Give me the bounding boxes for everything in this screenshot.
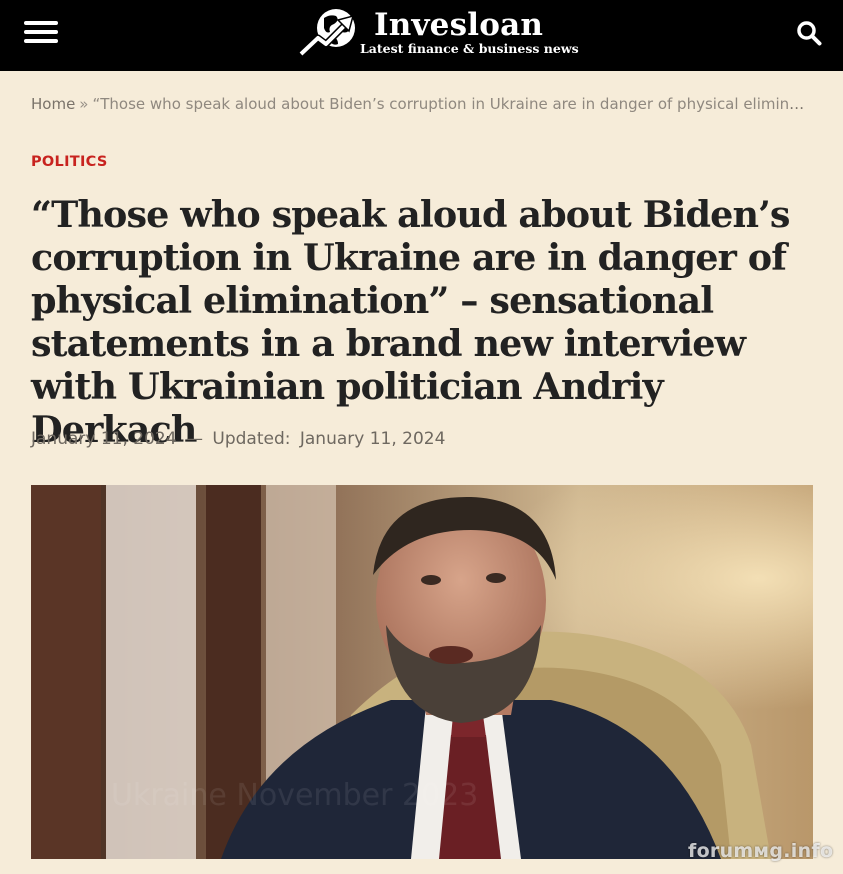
- site-header: Invesloan Latest finance & business news: [0, 0, 843, 71]
- date-dash: —: [185, 429, 203, 449]
- article-title: “Those who speak aloud about Biden’s cor…: [31, 193, 790, 451]
- article-hero-image[interactable]: Ukraine November 2023: [31, 485, 813, 859]
- hamburger-menu-icon[interactable]: [24, 19, 58, 45]
- published-date: January 11, 2024: [31, 429, 177, 449]
- search-icon[interactable]: [796, 20, 822, 46]
- site-name: Invesloan: [374, 7, 544, 43]
- breadcrumb-separator: »: [79, 95, 89, 113]
- article-dates: January 11, 2024 — Updated: January 11, …: [31, 428, 449, 450]
- category-link[interactable]: POLITICS: [31, 153, 108, 171]
- breadcrumb-current: “Those who speak aloud about Biden’s cor…: [92, 95, 811, 113]
- site-tagline: Latest finance & business news: [360, 41, 579, 56]
- site-logo[interactable]: Invesloan Latest finance & business news: [298, 4, 579, 62]
- breadcrumb: Home» “Those who speak aloud about Biden’…: [31, 94, 811, 114]
- forum-watermark: forumмg.info: [688, 840, 834, 862]
- updated-date: January 11, 2024: [299, 429, 446, 449]
- globe-arrow-logo-icon: [298, 9, 355, 57]
- svg-text:Ukraine November 2023: Ukraine November 2023: [111, 778, 478, 813]
- updated-label: Updated:: [212, 429, 291, 449]
- breadcrumb-home-link[interactable]: Home: [31, 95, 75, 113]
- interview-photo: Ukraine November 2023: [31, 485, 813, 859]
